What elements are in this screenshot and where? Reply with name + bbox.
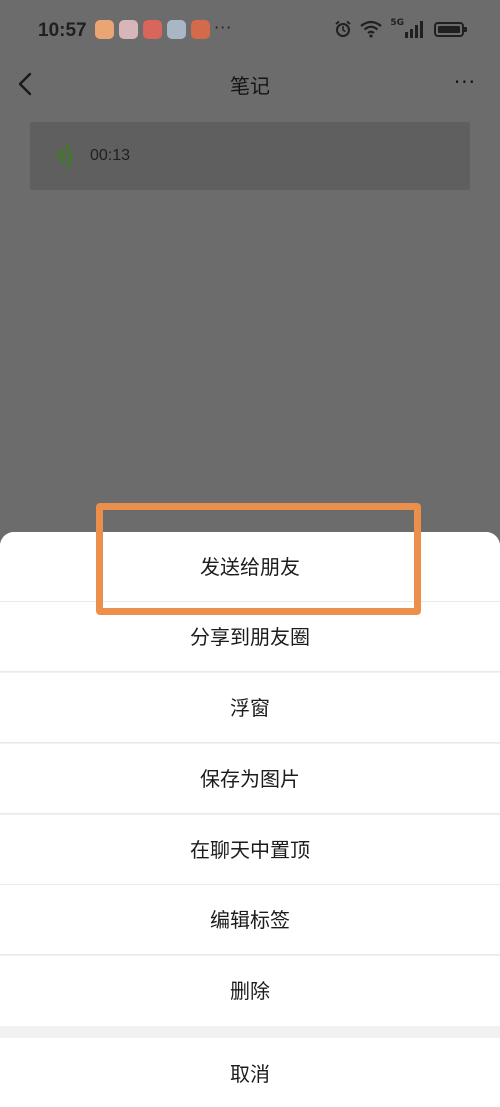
action-sheet: 发送给朋友 分享到朋友圈 浮窗 保存为图片 在聊天中置顶 编辑标签 删除 取消 <box>0 532 500 1107</box>
cancel-button[interactable]: 取消 <box>0 1038 500 1107</box>
more-options-icon[interactable]: ··· <box>454 70 476 94</box>
alarm-icon <box>335 20 351 37</box>
send-to-friend-option[interactable]: 发送给朋友 <box>0 532 500 602</box>
save-as-image-option[interactable]: 保存为图片 <box>0 744 500 814</box>
voice-duration: 00:13 <box>90 147 131 164</box>
battery-icon <box>434 21 467 37</box>
delete-option[interactable]: 删除 <box>0 956 500 1026</box>
app-notification-icon-3 <box>143 20 162 39</box>
page-title: 笔记 <box>230 74 270 98</box>
wifi-icon <box>360 20 383 38</box>
share-to-moments-option[interactable]: 分享到朋友圈 <box>0 602 500 672</box>
status-time: 10:57 <box>38 20 87 41</box>
app-notification-icon-5 <box>191 20 210 39</box>
voice-waves-icon <box>55 143 72 169</box>
edit-tags-option[interactable]: 编辑标签 <box>0 885 500 955</box>
app-notification-icon-4 <box>167 20 186 39</box>
more-notifications-icon: ··· <box>214 18 233 37</box>
signal-icon <box>405 21 423 38</box>
network-type-label: 5G <box>390 18 404 28</box>
status-indicators: 5G <box>334 18 467 38</box>
title-bar: 笔记 ··· <box>0 62 500 106</box>
app-notification-icon-1 <box>95 20 114 39</box>
status-bar: 10:57 ··· 5G <box>0 0 500 62</box>
notification-icons <box>95 20 210 39</box>
voice-note-card[interactable]: 00:13 <box>30 122 470 190</box>
app-notification-icon-2 <box>119 20 138 39</box>
pin-in-chat-option[interactable]: 在聊天中置顶 <box>0 815 500 885</box>
floating-window-option[interactable]: 浮窗 <box>0 673 500 743</box>
